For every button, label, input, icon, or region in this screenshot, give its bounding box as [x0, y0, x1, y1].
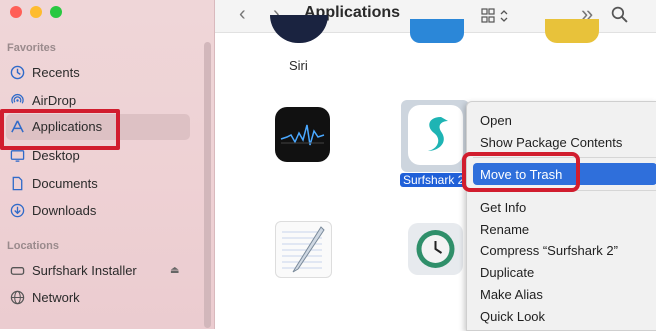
sidebar-item-label: Desktop: [32, 147, 80, 163]
menu-item-open[interactable]: Open: [480, 113, 512, 128]
zoom-window-button[interactable]: [50, 6, 62, 18]
search-button[interactable]: [611, 6, 628, 28]
time-machine-clock-icon: [416, 230, 455, 268]
sidebar-item-label: Surfshark Installer: [32, 262, 137, 278]
sidebar-item-label: Applications: [32, 118, 103, 134]
menu-item-show-package-contents[interactable]: Show Package Contents: [480, 135, 622, 150]
favorites-heading: Favorites: [7, 42, 56, 54]
close-window-button[interactable]: [10, 6, 22, 18]
siri-label[interactable]: Siri: [289, 58, 308, 73]
move-to-trash-highlight-box: [462, 152, 580, 192]
textedit-pen-icon: [282, 226, 325, 273]
disk-icon: [9, 262, 25, 278]
menu-item-quick-look[interactable]: Quick Look: [480, 309, 545, 324]
network-icon: [9, 289, 25, 305]
search-icon: [611, 6, 628, 23]
stocks-app-icon[interactable]: [275, 107, 330, 162]
grid-view-icon: [481, 8, 508, 23]
sidebar-item-recents[interactable]: Recents: [0, 60, 214, 84]
sidebar-item-documents[interactable]: Documents: [0, 171, 214, 195]
sidebar-item-surfshark-installer[interactable]: Surfshark Installer ⏏: [0, 258, 214, 282]
stocks-chart-icon: [280, 124, 325, 146]
sidebar-item-label: Network: [32, 289, 80, 305]
sidebar-item-label: Documents: [32, 175, 98, 191]
menu-item-duplicate[interactable]: Duplicate: [480, 265, 534, 280]
siri-app-icon[interactable]: [270, 15, 328, 43]
eject-icon[interactable]: ⏏: [170, 265, 179, 276]
menu-item-get-info[interactable]: Get Info: [480, 200, 526, 215]
minimize-window-button[interactable]: [30, 6, 42, 18]
menu-item-compress[interactable]: Compress “Surfshark 2”: [480, 243, 618, 258]
sidebar-item-desktop[interactable]: Desktop: [0, 143, 214, 167]
sidebar-item-label: Recents: [32, 64, 80, 80]
document-icon: [9, 175, 25, 191]
view-toggle-button[interactable]: [481, 8, 511, 29]
sidebar-item-downloads[interactable]: Downloads: [0, 198, 214, 222]
downloads-icon: [9, 202, 25, 218]
menu-item-make-alias[interactable]: Make Alias: [480, 287, 543, 302]
notes-app-icon[interactable]: [545, 19, 599, 43]
surfshark-app-icon[interactable]: [408, 105, 463, 165]
textedit-app-icon[interactable]: [275, 221, 332, 278]
sidebar: Favorites Recents AirDrop Applications D…: [0, 0, 215, 329]
time-machine-app-icon[interactable]: [408, 223, 463, 275]
sidebar-item-network[interactable]: Network: [0, 285, 214, 309]
app-icon[interactable]: [410, 19, 464, 43]
menu-item-rename[interactable]: Rename: [480, 222, 529, 237]
airdrop-icon: [9, 92, 25, 108]
surfshark-logo-icon: [428, 117, 448, 151]
window-controls: [10, 6, 62, 18]
sidebar-item-label: Downloads: [32, 202, 97, 218]
sidebar-item-label: AirDrop: [32, 92, 77, 108]
back-button[interactable]: ‹: [239, 3, 246, 26]
surfshark-selected-label[interactable]: Surfshark 2: [400, 173, 470, 187]
sidebar-scrollbar[interactable]: [204, 42, 211, 328]
desktop-icon: [9, 147, 25, 163]
context-menu: Open Show Package Contents Move to Trash…: [466, 101, 656, 331]
applications-icon: [9, 118, 25, 134]
clock-icon: [9, 64, 25, 80]
locations-heading: Locations: [7, 240, 59, 252]
